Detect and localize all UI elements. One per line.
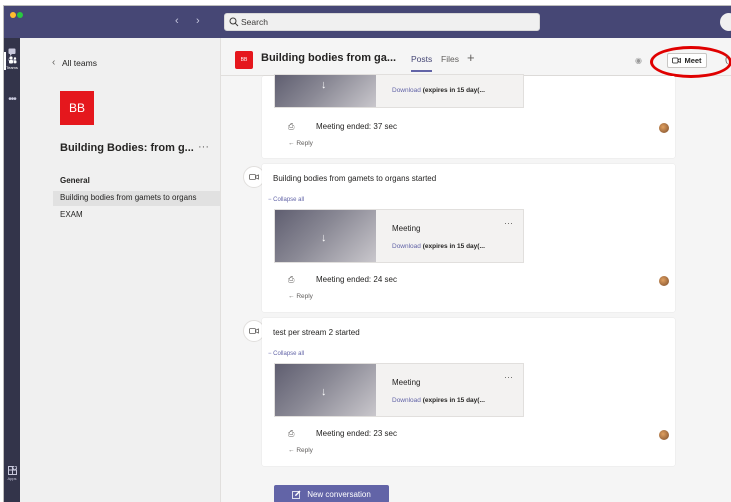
- channel-main: BB Building bodies from ga... Posts File…: [221, 38, 731, 502]
- meeting-ended-text: Meeting ended: 23 sec: [316, 429, 397, 438]
- channel-badge: BB: [235, 51, 253, 69]
- channel-building-bodies[interactable]: Building bodies from gamets to organs: [53, 191, 220, 206]
- chevron-left-icon: ‹: [52, 57, 56, 68]
- recording-name: Meeting: [392, 378, 421, 387]
- reply-link[interactable]: ← Reply: [288, 140, 313, 147]
- post-card: test per stream 2 started − Collapse all…: [262, 318, 675, 466]
- user-avatar[interactable]: [659, 123, 669, 133]
- recording-download[interactable]: Download (expires in 15 day(...: [392, 397, 485, 404]
- download-arrow-icon: ↓: [321, 386, 327, 398]
- post-title: Building bodies from gamets to organs st…: [273, 174, 437, 183]
- team-more-options-icon[interactable]: ···: [198, 141, 209, 153]
- team-initials: BB: [68, 101, 85, 115]
- post-card: ↓ Download (expires in 15 day(... ⎙ Meet…: [262, 74, 675, 158]
- teams-icon: [8, 56, 16, 64]
- download-arrow-icon: ↓: [321, 232, 327, 244]
- title-bar: ‹ › Search: [4, 6, 731, 38]
- post-card: Building bodies from gamets to organs st…: [262, 164, 675, 312]
- meeting-ended-text: Meeting ended: 24 sec: [316, 275, 397, 284]
- channel-title: Building bodies from ga...: [261, 52, 397, 64]
- window-control-minimize[interactable]: [10, 12, 16, 18]
- recording-thumbnail: ↓: [275, 210, 376, 262]
- back-arrow-icon[interactable]: ‹: [175, 15, 179, 27]
- channel-general[interactable]: General: [60, 176, 90, 185]
- channel-header: BB Building bodies from ga... Posts File…: [221, 38, 731, 78]
- recording-name: Meeting: [392, 224, 421, 233]
- download-link[interactable]: Download: [392, 87, 421, 94]
- reply-label: Reply: [296, 447, 313, 454]
- new-conversation-label: New conversation: [307, 489, 371, 499]
- expiry-text: (expires in 15 day(...: [422, 397, 485, 404]
- collapse-label: Collapse all: [273, 197, 305, 203]
- recording-download[interactable]: Download (expires in 15 day(...: [392, 87, 485, 94]
- meeting-ended-icon: ⎙: [288, 429, 295, 438]
- all-teams-label: All teams: [62, 58, 97, 68]
- search-input[interactable]: Search: [224, 13, 540, 31]
- reply-link[interactable]: ← Reply: [288, 447, 313, 454]
- download-link[interactable]: Download: [392, 397, 421, 404]
- collapse-all-link[interactable]: − Collapse all: [268, 351, 304, 357]
- recording-more-icon[interactable]: ···: [504, 218, 513, 228]
- recording-download[interactable]: Download (expires in 15 day(...: [392, 243, 485, 250]
- forward-arrow-icon[interactable]: ›: [196, 15, 200, 27]
- rail-item-teams[interactable]: Teams: [4, 56, 20, 70]
- download-arrow-icon: ↓: [321, 79, 327, 91]
- meeting-ended-icon: ⎙: [288, 122, 295, 131]
- app-rail: Chat Teams ••• Apps: [4, 38, 20, 502]
- meeting-ended-icon: ⎙: [288, 275, 295, 284]
- video-camera-icon: [249, 174, 259, 180]
- meeting-ended-text: Meeting ended: 37 sec: [316, 122, 397, 131]
- profile-avatar[interactable]: [720, 13, 731, 31]
- channel-exam[interactable]: EXAM: [60, 210, 83, 219]
- recording-more-icon[interactable]: ···: [504, 372, 513, 382]
- collapse-all-link[interactable]: − Collapse all: [268, 197, 304, 203]
- chat-icon: [8, 48, 16, 56]
- expiry-text: (expires in 15 day(...: [422, 243, 485, 250]
- tab-posts[interactable]: Posts: [411, 54, 433, 72]
- rail-item-apps[interactable]: Apps: [4, 466, 20, 481]
- recording-card[interactable]: ↓ Meeting ··· Download (expires in 15 da…: [274, 363, 524, 417]
- window-control-maximize[interactable]: [17, 12, 23, 18]
- collapse-label: Collapse all: [273, 351, 305, 357]
- tab-files[interactable]: Files: [441, 54, 459, 64]
- team-name: Building Bodies: from g...: [60, 142, 194, 154]
- video-camera-icon: [249, 328, 259, 334]
- more-apps-icon[interactable]: •••: [4, 94, 20, 105]
- all-teams-link[interactable]: ‹ All teams: [52, 57, 97, 68]
- search-icon: [229, 17, 239, 27]
- post-title: test per stream 2 started: [273, 328, 360, 337]
- expiry-text: (expires in 15 day(...: [422, 87, 485, 94]
- compose-icon: [292, 490, 301, 499]
- reply-label: Reply: [296, 293, 313, 300]
- highlight-circle: [650, 46, 731, 78]
- recording-thumbnail: ↓: [275, 75, 376, 107]
- team-avatar: BB: [60, 91, 94, 125]
- new-conversation-button[interactable]: New conversation: [274, 485, 389, 502]
- add-tab-icon[interactable]: +: [467, 50, 475, 65]
- apps-icon: [7, 466, 17, 475]
- reply-link[interactable]: ← Reply: [288, 293, 313, 300]
- rail-label-apps: Apps: [7, 476, 17, 481]
- eye-icon[interactable]: ◉: [635, 56, 642, 65]
- search-placeholder: Search: [241, 17, 268, 27]
- user-avatar[interactable]: [659, 276, 669, 286]
- user-avatar[interactable]: [659, 430, 669, 440]
- recording-card[interactable]: ↓ Meeting ··· Download (expires in 15 da…: [274, 209, 524, 263]
- team-sidebar: ‹ All teams BB Building Bodies: from g..…: [20, 38, 221, 502]
- reply-label: Reply: [296, 140, 313, 147]
- teams-window: ‹ › Search Chat Teams ••• Apps ‹ All tea…: [3, 5, 731, 502]
- recording-thumbnail: ↓: [275, 364, 376, 416]
- overflow-icon[interactable]: (: [725, 54, 728, 64]
- download-link[interactable]: Download: [392, 243, 421, 250]
- rail-label-teams: Teams: [6, 65, 18, 70]
- recording-card[interactable]: ↓ Download (expires in 15 day(...: [274, 74, 524, 108]
